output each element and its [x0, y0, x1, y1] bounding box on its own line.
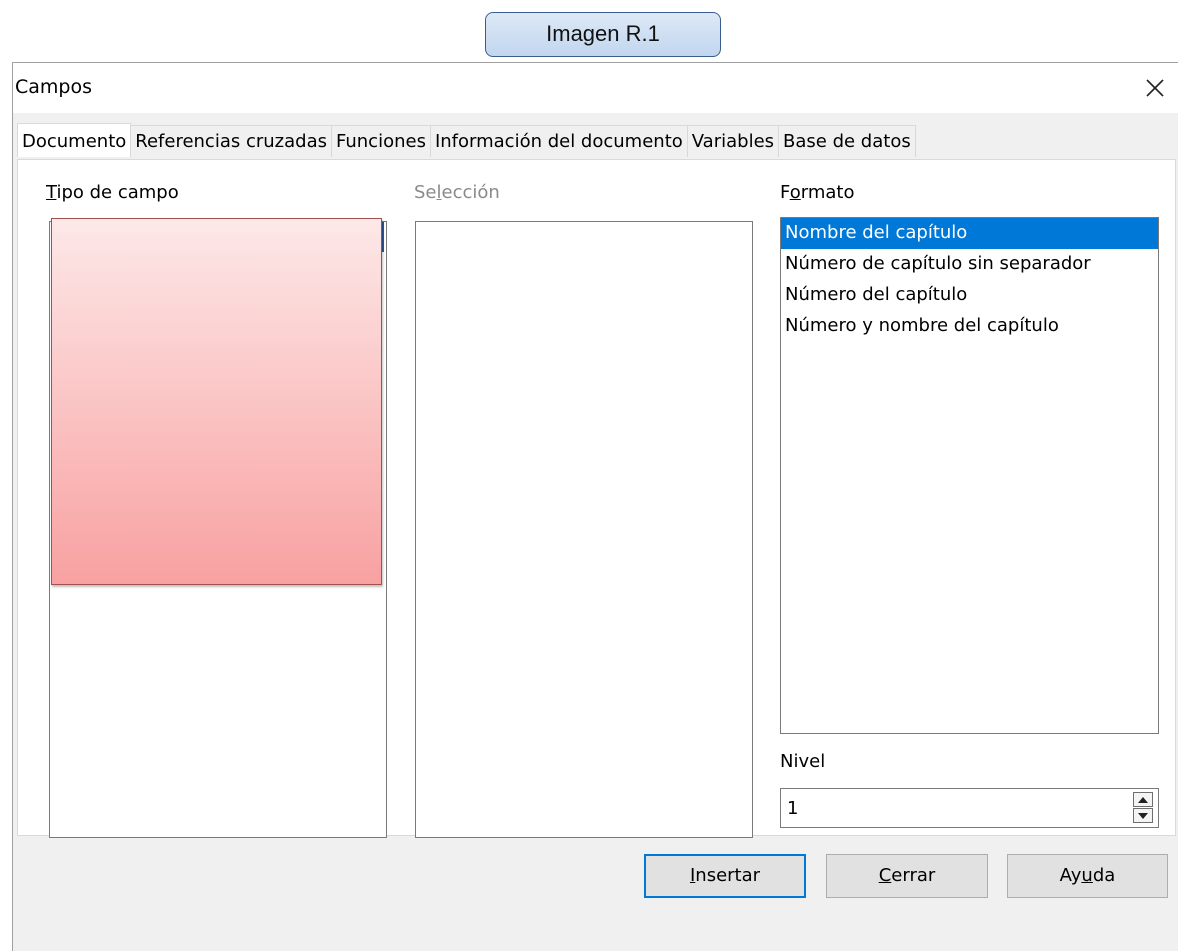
triangle-down-icon [1138, 812, 1148, 819]
tab-funciones[interactable]: Funciones [331, 125, 431, 157]
insertar-button[interactable]: Insertar [644, 854, 806, 898]
ayuda-button[interactable]: Ayuda [1007, 854, 1168, 898]
nivel-spinbox[interactable]: 1 [780, 788, 1159, 828]
spin-up-button[interactable] [1133, 792, 1153, 807]
dialog-body: Documento Referencias cruzadas Funciones… [13, 113, 1178, 951]
campos-dialog: Campos Documento Referencias cruzadas Fu… [12, 62, 1178, 951]
seleccion-list[interactable] [415, 221, 753, 838]
tab-documento[interactable]: Documento [17, 123, 132, 157]
tab-base-de-datos[interactable]: Base de datos [779, 125, 916, 157]
close-icon [1146, 79, 1164, 97]
tab-bar: Documento Referencias cruzadas Funciones… [17, 123, 916, 159]
tipo-campo-label: Tipo de campo [46, 182, 179, 203]
formato-item[interactable]: Número y nombre del capítulo [781, 311, 1158, 342]
close-button[interactable] [1132, 63, 1178, 113]
redaction-overlay [51, 218, 382, 585]
formato-item[interactable]: Número de capítulo sin separador [781, 249, 1158, 280]
spin-buttons [1133, 792, 1155, 824]
tab-panel-documento: Tipo de campo Selección Formato Nombre d… [17, 159, 1176, 838]
window-title: Campos [15, 76, 93, 98]
formato-item[interactable]: Nombre del capítulo [781, 218, 1158, 249]
triangle-up-icon [1138, 796, 1148, 803]
tab-variables[interactable]: Variables [687, 125, 780, 157]
nivel-value[interactable]: 1 [787, 798, 798, 819]
formato-list[interactable]: Nombre del capítulo Número de capítulo s… [780, 217, 1159, 734]
tab-referencias-cruzadas[interactable]: Referencias cruzadas [131, 125, 332, 157]
title-bar: Campos [13, 63, 1178, 113]
spin-down-button[interactable] [1133, 808, 1153, 823]
tipo-campo-list[interactable] [49, 218, 387, 838]
formato-item[interactable]: Número del capítulo [781, 280, 1158, 311]
formato-label: Formato [780, 182, 855, 203]
figure-caption: Imagen R.1 [485, 12, 721, 57]
cerrar-button[interactable]: Cerrar [826, 854, 988, 898]
tab-informacion-documento[interactable]: Información del documento [430, 125, 688, 157]
seleccion-label: Selección [414, 182, 500, 203]
nivel-label: Nivel [780, 751, 826, 772]
